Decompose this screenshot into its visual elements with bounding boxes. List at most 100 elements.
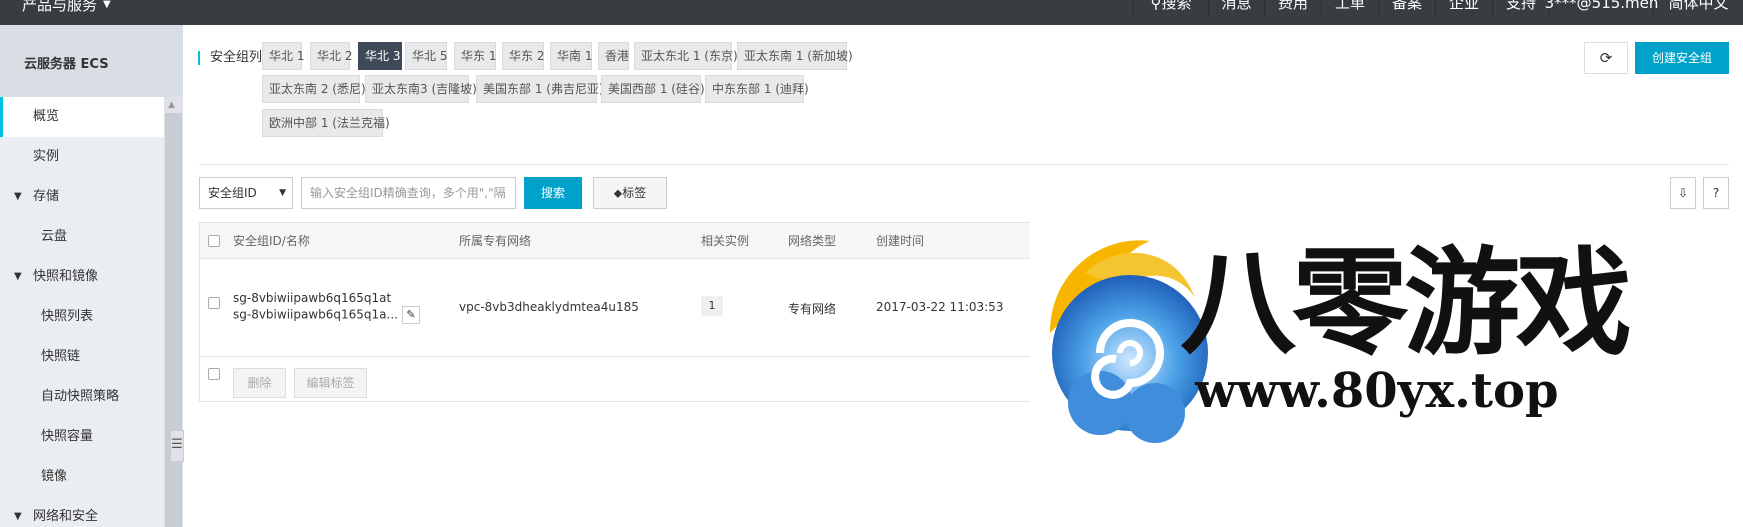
top-nav-label: 消息 — [1221, 0, 1252, 12]
sidebar-item[interactable]: 概览 — [0, 97, 164, 137]
export-icon: ⇩ — [1677, 186, 1689, 200]
search-input[interactable]: 输入安全组ID精确查询，多个用","隔 — [301, 177, 516, 209]
sidebar-item-label: 网络和安全 — [33, 509, 99, 524]
tag-filter-button[interactable]: ⬥标签 — [593, 177, 667, 209]
sidebar-item[interactable]: ▼ 网络和安全 — [0, 497, 164, 527]
scroll-up-icon[interactable]: ▲ — [168, 100, 175, 110]
sidebar-item[interactable]: 快照链 — [0, 337, 164, 377]
sidebar-item-label: 快照和镜像 — [33, 269, 99, 284]
region-tab[interactable]: 美国东部 1 (弗吉尼亚) — [476, 75, 604, 103]
filter-type-value: 安全组ID — [208, 186, 257, 200]
top-nav-search[interactable]: ⚲搜索 — [1133, 0, 1208, 18]
top-nav-label: 搜索 — [1161, 0, 1192, 12]
sidebar-item-label: 镜像 — [41, 469, 68, 484]
region-tab[interactable]: 华北 5 — [405, 42, 447, 70]
top-nav-label: 工单 — [1334, 0, 1365, 12]
sidebar-item[interactable]: 自动快照策略 — [0, 377, 164, 417]
region-tab[interactable]: 亚太东南 2 (悉尼) — [262, 75, 366, 103]
region-tab[interactable]: 华东 1 — [454, 42, 496, 70]
top-nav-tickets[interactable]: 工单 — [1321, 0, 1378, 18]
instances-cell: 1 — [701, 296, 723, 316]
tag-icon: ⬥ — [613, 186, 623, 200]
top-bar: 产品与服务 ▼ ⚲搜索 消息 费用 工单 备案 企业 支持 3***@515.m… — [0, 0, 1743, 25]
top-nav-language[interactable]: 简体中文 — [1653, 0, 1743, 18]
created-time-cell: 2017-03-22 11:03:53 — [876, 300, 1004, 314]
group-name: sg-8vbiwiipawb6q165q1a... — [233, 307, 398, 322]
top-nav-support[interactable]: 支持 — [1492, 0, 1549, 18]
sidebar-item[interactable]: 快照列表 — [0, 297, 164, 337]
top-nav-enterprise[interactable]: 企业 — [1435, 0, 1492, 18]
top-nav-messages[interactable]: 消息 — [1208, 0, 1264, 18]
sidebar-item-label: 快照容量 — [41, 429, 94, 444]
sidebar-item-label: 实例 — [33, 149, 60, 164]
sidebar-item-label: 概览 — [33, 109, 60, 124]
footer-select-all-checkbox[interactable] — [208, 368, 220, 380]
tag-button-label: 标签 — [622, 186, 647, 200]
top-nav-account[interactable]: 3***@515.men — [1545, 0, 1658, 18]
select-all-checkbox[interactable] — [208, 235, 220, 247]
delete-button[interactable]: 删除 — [233, 368, 286, 398]
top-nav: ⚲搜索 消息 费用 工单 备案 企业 支持 3***@515.men 简体中文 — [1133, 0, 1743, 25]
sidebar-item[interactable]: 镜像 — [0, 457, 164, 497]
region-tab[interactable]: 香港 — [598, 42, 629, 70]
create-security-group-button[interactable]: 创建安全组 — [1635, 42, 1729, 74]
column-header: 网络类型 — [788, 234, 837, 248]
top-nav-label: 支持 — [1505, 0, 1536, 12]
region-tab[interactable]: 华北 2 — [310, 42, 352, 70]
filter-type-select[interactable]: 安全组ID ▼ — [199, 177, 293, 209]
search-button[interactable]: 搜索 — [524, 177, 582, 209]
region-tab[interactable]: 华北 3 — [358, 42, 402, 70]
column-header: 所属专有网络 — [459, 234, 532, 248]
sidebar-item[interactable]: 云盘 — [0, 217, 164, 257]
sidebar-title: 云服务器 ECS — [0, 25, 183, 97]
sidebar-item-label: 自动快照策略 — [41, 389, 120, 404]
scrollbar-thumb[interactable] — [165, 113, 182, 527]
sidebar-collapse-icon[interactable]: ☰ — [170, 430, 184, 462]
region-tab[interactable]: 欧洲中部 1 (法兰克福) — [262, 109, 390, 137]
dropdown-arrow-icon: ▼ — [279, 188, 286, 198]
instances-count-badge[interactable]: 1 — [701, 296, 723, 316]
sidebar-item[interactable]: 快照容量 — [0, 417, 164, 457]
watermark-title: 八零游戏 — [1180, 235, 1632, 371]
region-tab[interactable]: 中东东部 1 (迪拜) — [705, 75, 809, 103]
edit-tags-button[interactable]: 编辑标签 — [294, 368, 367, 398]
sidebar-item-label: 存储 — [33, 189, 60, 204]
help-button[interactable]: ? — [1703, 177, 1729, 209]
top-nav-label: 企业 — [1448, 0, 1479, 12]
region-tab[interactable]: 美国西部 1 (硅谷) — [601, 75, 705, 103]
top-nav-icp[interactable]: 备案 — [1378, 0, 1435, 18]
region-tab[interactable]: 华东 2 — [502, 42, 544, 70]
sidebar-item[interactable]: ▼ 快照和镜像 — [0, 257, 164, 297]
top-nav-label: 备案 — [1391, 0, 1422, 12]
column-header: 创建时间 — [876, 234, 925, 248]
sidebar-item-label: 快照链 — [41, 349, 81, 364]
group-id-cell: sg-8vbiwiipawb6q165q1at sg-8vbiwiipawb6q… — [233, 290, 420, 324]
vpc-cell[interactable]: vpc-8vb3dheaklydmtea4u185 — [459, 300, 639, 314]
region-tab[interactable]: 华南 1 — [550, 42, 592, 70]
product-menu[interactable]: 产品与服务 ▼ — [22, 0, 111, 15]
sidebar-item-label: 快照列表 — [41, 309, 94, 324]
sidebar-item-label: 云盘 — [41, 229, 68, 244]
export-button[interactable]: ⇩ — [1670, 177, 1696, 209]
network-type-cell: 专有网络 — [788, 302, 837, 316]
region-tab[interactable]: 华北 1 — [262, 42, 304, 70]
expand-triangle-icon: ▼ — [14, 511, 22, 522]
column-header: 安全组ID/名称 — [233, 234, 310, 248]
sidebar-item[interactable]: 实例 — [0, 137, 164, 177]
search-icon: ⚲ — [1150, 0, 1162, 12]
refresh-icon: ⟳ — [1599, 49, 1613, 67]
region-tab[interactable]: 亚太东北 1 (东京) — [634, 42, 738, 70]
edit-icon[interactable]: ✎ — [401, 306, 420, 324]
expand-triangle-icon: ▼ — [14, 191, 22, 202]
watermark-url: www.80yx.top — [1195, 363, 1559, 419]
watermark: 八零游戏 www.80yx.top — [1030, 213, 1743, 527]
sidebar-item[interactable]: ▼ 存储 — [0, 177, 164, 217]
top-nav-billing[interactable]: 费用 — [1264, 0, 1321, 18]
refresh-button[interactable]: ⟳ — [1584, 42, 1628, 74]
divider — [199, 164, 1729, 165]
group-id-link[interactable]: sg-8vbiwiipawb6q165q1at — [233, 290, 420, 306]
region-tab[interactable]: 亚太东南3 (吉隆坡) — [365, 75, 477, 103]
sidebar-scrollbar[interactable]: ▲ — [164, 97, 183, 527]
row-checkbox[interactable] — [208, 297, 220, 309]
region-tab[interactable]: 亚太东南 1 (新加坡) — [737, 42, 853, 70]
